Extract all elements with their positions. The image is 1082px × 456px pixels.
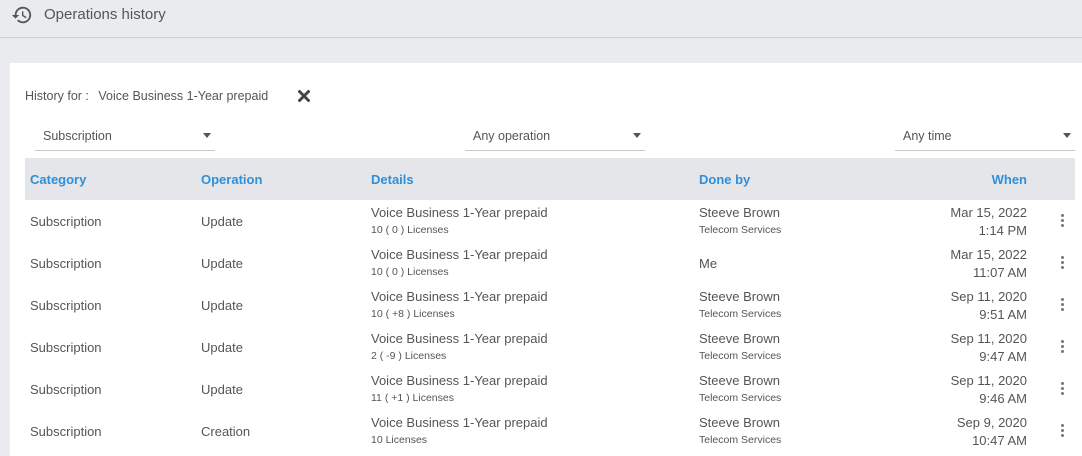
details-cell: Voice Business 1-Year prepaid [371,247,548,262]
close-icon[interactable] [297,89,311,103]
category-cell: Subscription [30,340,102,355]
done-by-org-cell: Telecom Services [699,434,782,446]
category-cell: Subscription [30,298,102,313]
operation-cell: Creation [201,424,251,439]
column-header-operation[interactable]: Operation [201,172,262,187]
category-cell: Subscription [30,256,102,271]
done-by-cell: Steeve Brown [699,205,780,220]
when-date-cell: Mar 15, 2022 [950,205,1027,220]
chevron-down-icon [1063,133,1071,138]
category-dropdown-value: Subscription [43,129,112,143]
category-cell: Subscription [30,214,102,229]
details-sub-cell: 11 ( +1 ) Licenses [371,392,454,404]
more-options-icon[interactable] [1059,382,1065,396]
table-row: Subscription Update Voice Business 1-Yea… [25,242,1075,284]
operation-cell: Update [201,298,243,313]
more-options-icon[interactable] [1059,256,1065,270]
page-title: Operations history [44,6,166,23]
done-by-cell: Steeve Brown [699,415,780,430]
details-cell: Voice Business 1-Year prepaid [371,289,548,304]
operation-cell: Update [201,382,243,397]
column-header-details[interactable]: Details [371,172,414,187]
details-sub-cell: 10 Licenses [371,434,428,446]
when-date-cell: Sep 11, 2020 [950,331,1027,346]
when-time-cell: 10:47 AM [972,433,1027,448]
done-by-cell: Me [699,256,718,271]
history-panel: History for : Voice Business 1-Year prep… [10,63,1082,456]
history-for-label: History for : [25,89,89,103]
done-by-cell: Steeve Brown [699,331,780,346]
table-body: Subscription Update Voice Business 1-Yea… [25,200,1075,452]
when-date-cell: Sep 11, 2020 [950,373,1027,388]
when-time-cell: 9:51 AM [979,307,1027,322]
when-date-cell: Mar 15, 2022 [950,247,1027,262]
category-cell: Subscription [30,382,102,397]
chevron-down-icon [633,133,641,138]
operation-cell: Update [201,256,243,271]
table-row: Subscription Creation Voice Business 1-Y… [25,410,1075,452]
details-cell: Voice Business 1-Year prepaid [371,373,548,388]
operation-dropdown[interactable]: Any operation [465,123,645,151]
details-sub-cell: 10 ( +8 ) Licenses [371,308,455,320]
details-sub-cell: 10 ( 0 ) Licenses [371,224,449,236]
details-cell: Voice Business 1-Year prepaid [371,331,548,346]
details-sub-cell: 10 ( 0 ) Licenses [371,266,449,278]
operation-dropdown-value: Any operation [473,129,551,143]
table-header: Category Operation Details Done by When [25,158,1075,200]
done-by-org-cell: Telecom Services [699,392,782,404]
operation-cell: Update [201,340,243,355]
when-time-cell: 11:07 AM [973,265,1027,280]
details-cell: Voice Business 1-Year prepaid [371,415,548,430]
page-header: Operations history [0,0,1082,38]
done-by-cell: Steeve Brown [699,289,780,304]
time-dropdown[interactable]: Any time [895,123,1075,151]
more-options-icon[interactable] [1059,424,1065,438]
category-dropdown[interactable]: Subscription [35,123,215,151]
when-time-cell: 1:14 PM [978,223,1027,238]
more-options-icon[interactable] [1059,340,1065,354]
category-cell: Subscription [30,424,102,439]
history-for-value: Voice Business 1-Year prepaid [98,89,269,103]
when-time-cell: 9:46 AM [979,391,1027,406]
history-icon [11,6,32,24]
table-row: Subscription Update Voice Business 1-Yea… [25,326,1075,368]
table-row: Subscription Update Voice Business 1-Yea… [25,368,1075,410]
details-sub-cell: 2 ( -9 ) Licenses [371,350,447,362]
more-options-icon[interactable] [1059,298,1065,312]
done-by-cell: Steeve Brown [699,373,780,388]
when-time-cell: 9:47 AM [979,349,1027,364]
table-row: Subscription Update Voice Business 1-Yea… [25,200,1075,242]
more-options-icon[interactable] [1059,214,1065,228]
column-header-done-by[interactable]: Done by [699,172,750,187]
table-row: Subscription Update Voice Business 1-Yea… [25,284,1075,326]
history-for-filter: History for : Voice Business 1-Year prep… [25,89,268,103]
done-by-org-cell: Telecom Services [699,224,782,236]
operation-cell: Update [201,214,243,229]
column-header-category[interactable]: Category [30,172,86,187]
column-header-when[interactable]: When [992,172,1027,187]
details-cell: Voice Business 1-Year prepaid [371,205,548,220]
when-date-cell: Sep 11, 2020 [950,289,1027,304]
when-date-cell: Sep 9, 2020 [956,415,1027,430]
done-by-org-cell: Telecom Services [699,350,782,362]
time-dropdown-value: Any time [903,129,952,143]
done-by-org-cell: Telecom Services [699,308,782,320]
chevron-down-icon [203,133,211,138]
